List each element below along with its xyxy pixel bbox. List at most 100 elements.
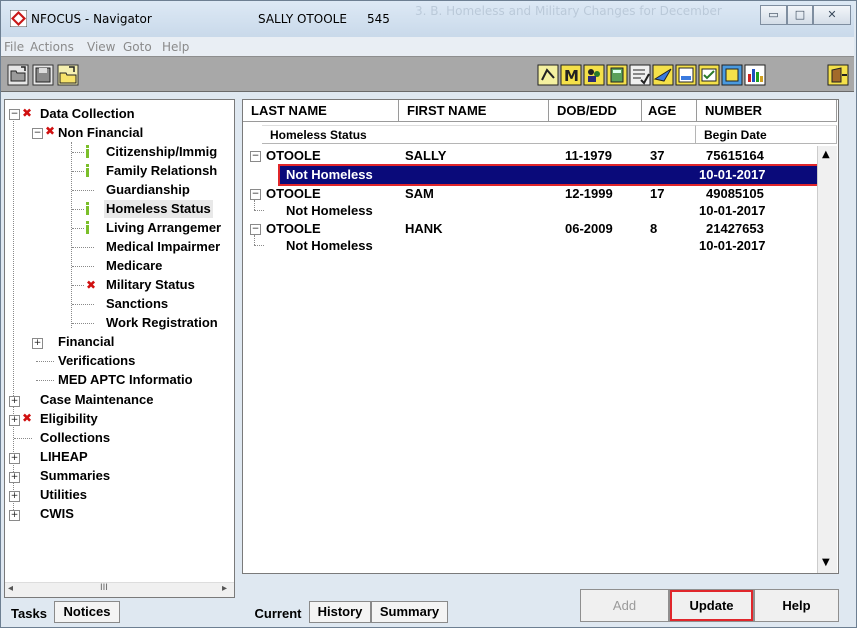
cell-last-name[interactable]: OTOOLE	[266, 186, 321, 202]
cell-last-name[interactable]: OTOOLE	[266, 148, 321, 164]
menu-actions[interactable]: Actions	[30, 40, 74, 54]
add-button[interactable]: Add	[580, 589, 669, 622]
collapse-icon[interactable]: −	[250, 151, 261, 162]
tree-item-living-arrangement[interactable]: Living Arrangemer	[106, 219, 221, 237]
cell-number[interactable]: 21427653	[706, 221, 764, 237]
tree-item-eligibility[interactable]: Eligibility	[40, 410, 98, 428]
cell-age[interactable]: 37	[650, 148, 664, 164]
window-icon[interactable]	[721, 64, 743, 86]
cell-first-name[interactable]: SAM	[405, 186, 434, 202]
tree-item-financial[interactable]: Financial	[58, 333, 114, 351]
collapse-icon[interactable]: −	[9, 109, 20, 120]
cell-first-name[interactable]: SALLY	[405, 148, 446, 164]
tree-item-med-aptc[interactable]: MED APTC Informatio	[58, 371, 193, 389]
tree-item-collections[interactable]: Collections	[40, 429, 110, 447]
expand-icon[interactable]: +	[9, 453, 20, 464]
tree-item-cwis[interactable]: CWIS	[40, 505, 74, 523]
column-header-homeless-status[interactable]: Homeless Status	[262, 125, 696, 144]
exit-icon[interactable]	[827, 64, 849, 86]
gauge-icon[interactable]	[537, 64, 559, 86]
tree-item-non-financial[interactable]: Non Financial	[58, 124, 143, 142]
tree-item-homeless-status[interactable]: Homeless Status	[104, 200, 213, 218]
save-icon[interactable]	[32, 64, 54, 86]
menu-goto[interactable]: Goto	[123, 40, 152, 54]
people-icon[interactable]	[583, 64, 605, 86]
calculator-icon[interactable]	[606, 64, 628, 86]
tab-tasks[interactable]: Tasks	[4, 604, 54, 626]
tree-item-verifications[interactable]: Verifications	[58, 352, 135, 370]
cell-begin-date[interactable]: 10-01-2017	[699, 238, 766, 254]
cell-age[interactable]: 17	[650, 186, 664, 202]
tab-history[interactable]: History	[309, 601, 371, 623]
tab-summary[interactable]: Summary	[371, 601, 448, 623]
expand-icon[interactable]: +	[32, 338, 43, 349]
cell-last-name[interactable]: OTOOLE	[266, 221, 321, 237]
tree-item-guardianship[interactable]: Guardianship	[106, 181, 190, 199]
tree-item-military-status[interactable]: Military Status	[106, 276, 195, 294]
column-header-age[interactable]: AGE	[642, 100, 697, 122]
tree-item-sanctions[interactable]: Sanctions	[106, 295, 168, 313]
expand-icon[interactable]: +	[9, 396, 20, 407]
tree-item-medical-impairment[interactable]: Medical Impairmer	[106, 238, 220, 256]
collapse-icon[interactable]: −	[250, 224, 261, 235]
maximize-button[interactable]: □	[787, 5, 813, 25]
cell-dob[interactable]: 11-1979	[565, 148, 612, 164]
check-form-icon[interactable]	[698, 64, 720, 86]
tree-item-case-maintenance[interactable]: Case Maintenance	[40, 391, 153, 409]
form-icon[interactable]	[675, 64, 697, 86]
tree-item-family-relationship[interactable]: Family Relationsh	[106, 162, 217, 180]
help-button[interactable]: Help	[754, 589, 839, 622]
cell-dob[interactable]: 06-2009	[565, 221, 613, 237]
collapse-icon[interactable]: −	[250, 189, 261, 200]
grid-vertical-scrollbar[interactable]	[817, 146, 837, 573]
scroll-left-icon[interactable]: ◂	[8, 583, 13, 594]
column-header-dob[interactable]: DOB/EDD	[549, 100, 642, 122]
cell-homeless-status[interactable]: Not Homeless	[286, 203, 373, 219]
expand-icon[interactable]: +	[9, 510, 20, 521]
tree-item-summaries[interactable]: Summaries	[40, 467, 110, 485]
column-header-last-name[interactable]: LAST NAME	[243, 100, 399, 122]
tree-item-work-registration[interactable]: Work Registration	[106, 314, 218, 332]
cell-number[interactable]: 75615164	[706, 148, 764, 164]
collapse-icon[interactable]: −	[32, 128, 43, 139]
column-header-first-name[interactable]: FIRST NAME	[399, 100, 549, 122]
tree-item-liheap[interactable]: LIHEAP	[40, 448, 88, 466]
scroll-up-icon[interactable]: ▲	[822, 149, 830, 160]
bar-chart-icon[interactable]	[744, 64, 766, 86]
plane-icon[interactable]	[652, 64, 674, 86]
scroll-grip-icon[interactable]: III	[100, 583, 108, 593]
expand-icon[interactable]: +	[9, 472, 20, 483]
tab-notices[interactable]: Notices	[54, 601, 120, 623]
column-header-begin-date[interactable]: Begin Date	[696, 125, 837, 144]
scroll-down-icon[interactable]: ▼	[822, 557, 830, 568]
open-folder-icon[interactable]	[7, 64, 29, 86]
column-header-number[interactable]: NUMBER	[697, 100, 837, 122]
cell-number[interactable]: 49085105	[706, 186, 764, 202]
cell-homeless-status[interactable]: Not Homeless	[286, 238, 373, 254]
cell-begin-date[interactable]: 10-01-2017	[699, 203, 766, 219]
tree-item-citizenship[interactable]: Citizenship/Immig	[106, 143, 217, 161]
cell-begin-date[interactable]: 10-01-2017	[699, 167, 766, 183]
background-window-title: 3. B. Homeless and Military Changes for …	[415, 4, 722, 18]
cell-age[interactable]: 8	[650, 221, 657, 237]
map-icon[interactable]: M	[560, 64, 582, 86]
minimize-button[interactable]: ▭	[760, 5, 787, 25]
expand-icon[interactable]: +	[9, 491, 20, 502]
checklist-icon[interactable]	[629, 64, 651, 86]
new-folder-icon[interactable]	[57, 64, 79, 86]
menu-view[interactable]: View	[87, 40, 115, 54]
scroll-right-icon[interactable]: ▸	[222, 583, 227, 594]
tree-item-utilities[interactable]: Utilities	[40, 486, 87, 504]
cell-first-name[interactable]: HANK	[405, 221, 443, 237]
update-button[interactable]: Update	[669, 589, 754, 622]
tree-item-medicare[interactable]: Medicare	[106, 257, 162, 275]
cell-homeless-status[interactable]: Not Homeless	[286, 167, 373, 183]
cell-dob[interactable]: 12-1999	[565, 186, 613, 202]
menu-file[interactable]: File	[4, 40, 24, 54]
expand-icon[interactable]: +	[9, 415, 20, 426]
tree-horizontal-scrollbar[interactable]	[5, 582, 234, 597]
tree-item-data-collection[interactable]: Data Collection	[40, 105, 135, 123]
tab-current[interactable]: Current	[247, 604, 309, 626]
menu-help[interactable]: Help	[162, 40, 189, 54]
close-button[interactable]: ✕	[813, 5, 851, 25]
